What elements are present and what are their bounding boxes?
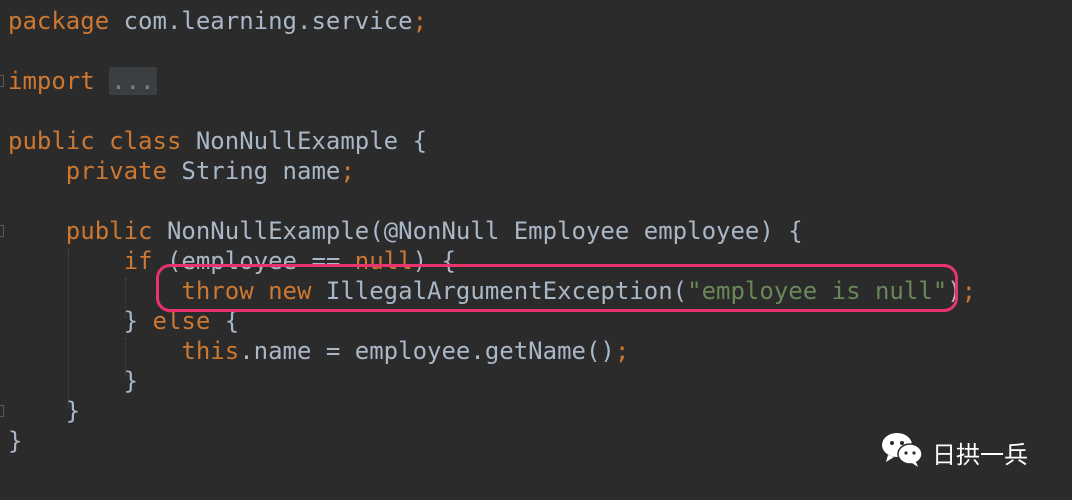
- semicolon: ;: [412, 7, 428, 35]
- watermark: 日拱一兵: [880, 432, 1028, 472]
- field-declaration: String name: [166, 157, 341, 185]
- code-line-close-class[interactable]: }: [8, 426, 22, 456]
- identifier: com.learning.service: [109, 7, 413, 35]
- fold-marker-constructor-end[interactable]: [0, 405, 4, 417]
- code-editor[interactable]: package com.learning.service; import ...…: [0, 0, 1072, 500]
- keyword: this: [181, 337, 240, 365]
- code-line-package[interactable]: package com.learning.service;: [8, 6, 427, 36]
- watermark-text: 日拱一兵: [932, 440, 1028, 469]
- semicolon: ;: [614, 337, 630, 365]
- keyword: package: [8, 7, 110, 35]
- code-line-import[interactable]: import ...: [8, 66, 157, 96]
- brace: }: [123, 367, 139, 395]
- semicolon: ;: [340, 157, 355, 185]
- highlight-annotation: [156, 264, 958, 312]
- keyword: if: [123, 247, 153, 275]
- keyword: import: [8, 67, 95, 95]
- wechat-icon: [880, 429, 924, 475]
- folded-imports[interactable]: ...: [109, 67, 157, 95]
- code-line-close-else[interactable]: }: [8, 366, 138, 396]
- code-line-constructor[interactable]: public NonNullExample(@NonNull Employee …: [8, 216, 803, 246]
- class-name: NonNullExample {: [181, 127, 428, 155]
- keyword: private: [65, 157, 167, 185]
- code-line-assignment[interactable]: this.name = employee.getName();: [8, 336, 629, 366]
- code-line-close-constructor[interactable]: }: [8, 396, 80, 426]
- constructor-signature: NonNullExample(@NonNull Employee employe…: [152, 217, 803, 245]
- brace: }: [123, 307, 153, 335]
- code-line-class-declaration[interactable]: public class NonNullExample {: [8, 126, 427, 156]
- keyword: public: [65, 217, 153, 245]
- brace: }: [65, 397, 81, 425]
- keyword: public class: [8, 127, 182, 155]
- assignment: .name = employee.getName(): [239, 337, 615, 365]
- code-line-field[interactable]: private String name;: [8, 156, 355, 186]
- fold-marker-import[interactable]: [0, 75, 4, 87]
- brace: }: [8, 427, 23, 455]
- fold-marker-constructor[interactable]: [0, 225, 4, 237]
- semicolon: ;: [961, 277, 977, 305]
